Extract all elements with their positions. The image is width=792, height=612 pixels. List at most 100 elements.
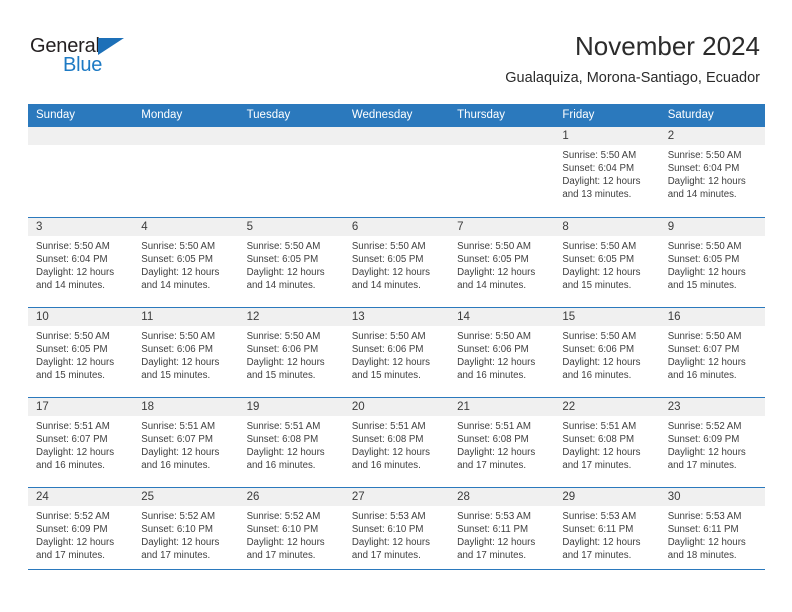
calendar-day-cell[interactable]: 6 Sunrise: 5:50 AM Sunset: 6:05 PM Daylight…	[343, 216, 450, 307]
calendar-day-cell[interactable]: 12 Sunrise: 5:50 AM Sunset: 6:06 PM Dayligh…	[238, 306, 344, 397]
calendar-day-cell[interactable]: 21 Sunrise: 5:51 AM Sunset: 6:08 PM Dayligh…	[449, 396, 555, 487]
day-detail-line: and 15 minutes.	[351, 369, 421, 381]
calendar-day-cell[interactable]: 18 Sunrise: 5:51 AM Sunset: 6:07 PM Dayligh…	[133, 396, 239, 487]
day-detail-line: and 14 minutes.	[246, 279, 316, 291]
day-detail-line: and 15 minutes.	[562, 279, 632, 291]
calendar-day-cell[interactable]: 4 Sunrise: 5:50 AM Sunset: 6:05 PM Daylight…	[133, 216, 239, 307]
calendar-day-cell[interactable]: 10 Sunrise: 5:50 AM Sunset: 6:05 PM Dayligh…	[28, 306, 134, 397]
day-number: 11	[133, 307, 239, 326]
calendar-day-cell[interactable]: 26 Sunrise: 5:52 AM Sunset: 6:10 PM Dayligh…	[238, 486, 344, 577]
day-number	[133, 127, 239, 145]
calendar-day-cell[interactable]: 15 Sunrise: 5:50 AM Sunset: 6:06 PM Dayligh…	[554, 306, 660, 397]
day-detail-line: Sunrise: 5:51 AM	[562, 420, 637, 432]
day-number	[449, 127, 555, 145]
calendar-day-cell[interactable]: 17 Sunrise: 5:51 AM Sunset: 6:07 PM Dayligh…	[28, 396, 134, 487]
day-details: Sunrise: 5:50 AM Sunset: 6:05 PM Daylight:…	[133, 236, 238, 292]
calendar-day-cell[interactable]: 19 Sunrise: 5:51 AM Sunset: 6:08 PM Dayligh…	[238, 396, 344, 487]
day-number: 29	[554, 487, 660, 506]
calendar-day-cell[interactable]: 13 Sunrise: 5:50 AM Sunset: 6:06 PM Dayligh…	[343, 306, 450, 397]
calendar-day-cell[interactable]: 8 Sunrise: 5:50 AM Sunset: 6:05 PM Daylight…	[554, 216, 660, 307]
calendar-day-cell[interactable]: 3 Sunrise: 5:50 AM Sunset: 6:04 PM Daylight…	[28, 216, 134, 307]
calendar-day-cell[interactable]: 29 Sunrise: 5:53 AM Sunset: 6:11 PM Dayligh…	[554, 486, 660, 577]
day-detail-line: and 15 minutes.	[667, 279, 737, 291]
day-detail-line: and 17 minutes.	[562, 549, 632, 561]
page-title: November 2024	[575, 31, 760, 61]
day-detail-line: Sunrise: 5:53 AM	[562, 510, 637, 522]
day-detail-line: and 17 minutes.	[351, 549, 421, 561]
calendar-day-cell[interactable]: 20 Sunrise: 5:51 AM Sunset: 6:08 PM Dayligh…	[343, 396, 450, 487]
day-detail-line: Sunrise: 5:50 AM	[667, 240, 742, 252]
day-details: Sunrise: 5:50 AM Sunset: 6:04 PM Daylight:…	[554, 145, 659, 201]
calendar-day-cell-empty	[343, 127, 450, 217]
day-detail-line: Daylight: 12 hours	[351, 266, 430, 278]
day-detail-line: Daylight: 12 hours	[457, 356, 536, 368]
calendar-day-cell[interactable]: 28 Sunrise: 5:53 AM Sunset: 6:11 PM Dayligh…	[449, 486, 555, 577]
calendar-day-cell[interactable]: 1 Sunrise: 5:50 AM Sunset: 6:04 PM Daylight…	[554, 127, 660, 217]
day-number: 15	[554, 307, 660, 326]
day-detail-line: and 15 minutes.	[36, 369, 105, 381]
weekday-header-wednesday: Wednesday	[343, 104, 450, 127]
calendar-day-cell[interactable]: 24 Sunrise: 5:52 AM Sunset: 6:09 PM Dayligh…	[28, 486, 134, 577]
day-details: Sunrise: 5:51 AM Sunset: 6:08 PM Daylight:…	[239, 416, 344, 472]
day-number	[343, 127, 450, 145]
day-detail-line: Sunset: 6:06 PM	[457, 343, 529, 355]
day-detail-line: Sunrise: 5:53 AM	[667, 510, 742, 522]
day-number: 17	[28, 397, 134, 416]
calendar-day-cell[interactable]: 23 Sunrise: 5:52 AM Sunset: 6:09 PM Dayligh…	[659, 396, 765, 487]
calendar-day-cell[interactable]: 7 Sunrise: 5:50 AM Sunset: 6:05 PM Daylight…	[449, 216, 555, 307]
calendar-day-cell[interactable]: 22 Sunrise: 5:51 AM Sunset: 6:08 PM Dayligh…	[554, 396, 660, 487]
calendar-day-cell[interactable]: 16 Sunrise: 5:50 AM Sunset: 6:07 PM Dayligh…	[659, 306, 765, 397]
calendar-day-cell[interactable]: 27 Sunrise: 5:53 AM Sunset: 6:10 PM Dayligh…	[343, 486, 450, 577]
day-detail-line: Sunrise: 5:50 AM	[457, 330, 531, 342]
day-number: 24	[28, 487, 134, 506]
day-detail-line: and 17 minutes.	[457, 459, 527, 471]
day-details: Sunrise: 5:50 AM Sunset: 6:07 PM Daylight:…	[660, 326, 765, 382]
day-number: 21	[449, 397, 555, 416]
calendar-day-cell[interactable]: 9 Sunrise: 5:50 AM Sunset: 6:05 PM Daylight…	[659, 216, 765, 307]
day-detail-line: Sunset: 6:04 PM	[562, 163, 635, 175]
day-number: 16	[659, 307, 765, 326]
calendar-week-row: 24 Sunrise: 5:52 AM Sunset: 6:09 PM Dayligh…	[28, 486, 765, 577]
day-detail-line: Sunset: 6:10 PM	[351, 523, 424, 535]
calendar-day-cell[interactable]: 30 Sunrise: 5:53 AM Sunset: 6:11 PM Dayligh…	[659, 486, 765, 577]
day-detail-line: and 16 minutes.	[667, 369, 737, 381]
day-detail-line: Daylight: 12 hours	[351, 446, 430, 458]
day-detail-line: Daylight: 12 hours	[457, 536, 536, 548]
day-number: 13	[343, 307, 450, 326]
day-detail-line: Daylight: 12 hours	[351, 356, 430, 368]
day-details: Sunrise: 5:53 AM Sunset: 6:11 PM Daylight:…	[449, 506, 554, 562]
day-details: Sunrise: 5:53 AM Sunset: 6:11 PM Daylight:…	[554, 506, 659, 562]
day-detail-line: Sunset: 6:05 PM	[457, 253, 529, 265]
day-number: 27	[343, 487, 450, 506]
day-details: Sunrise: 5:52 AM Sunset: 6:09 PM Daylight:…	[660, 416, 765, 472]
day-detail-line: Sunset: 6:09 PM	[36, 523, 108, 535]
calendar-day-cell[interactable]: 2 Sunrise: 5:50 AM Sunset: 6:04 PM Daylight…	[659, 127, 765, 217]
day-detail-line: Sunset: 6:07 PM	[141, 433, 213, 445]
calendar-day-cell[interactable]: 5 Sunrise: 5:50 AM Sunset: 6:05 PM Daylight…	[238, 216, 344, 307]
calendar-day-cell[interactable]: 25 Sunrise: 5:52 AM Sunset: 6:10 PM Dayligh…	[133, 486, 239, 577]
day-number: 5	[238, 217, 344, 236]
day-detail-line: Daylight: 12 hours	[562, 176, 641, 188]
day-details	[28, 145, 133, 149]
day-detail-line: Sunset: 6:05 PM	[246, 253, 319, 265]
day-detail-line: Daylight: 12 hours	[667, 266, 746, 278]
day-detail-line: Sunrise: 5:50 AM	[246, 330, 321, 342]
day-detail-line: Daylight: 12 hours	[36, 356, 115, 368]
day-number: 25	[133, 487, 239, 506]
day-detail-line: and 16 minutes.	[246, 459, 316, 471]
day-details: Sunrise: 5:50 AM Sunset: 6:04 PM Daylight:…	[660, 145, 765, 201]
day-detail-line: and 14 minutes.	[141, 279, 211, 291]
calendar-day-cell[interactable]: 14 Sunrise: 5:50 AM Sunset: 6:06 PM Dayligh…	[449, 306, 555, 397]
weekday-header-tuesday: Tuesday	[238, 104, 344, 127]
day-number: 10	[28, 307, 134, 326]
day-details	[449, 145, 554, 149]
day-detail-line: and 17 minutes.	[246, 549, 316, 561]
day-detail-line: and 14 minutes.	[36, 279, 105, 291]
weekday-header-thursday: Thursday	[449, 104, 555, 127]
general-blue-logo[interactable]: General Blue	[30, 36, 190, 84]
day-details: Sunrise: 5:50 AM Sunset: 6:05 PM Daylight:…	[28, 326, 133, 382]
day-details	[239, 145, 344, 149]
calendar-day-cell[interactable]: 11 Sunrise: 5:50 AM Sunset: 6:06 PM Dayligh…	[133, 306, 239, 397]
day-detail-line: Sunset: 6:11 PM	[562, 523, 634, 535]
day-detail-line: Sunrise: 5:50 AM	[141, 330, 216, 342]
